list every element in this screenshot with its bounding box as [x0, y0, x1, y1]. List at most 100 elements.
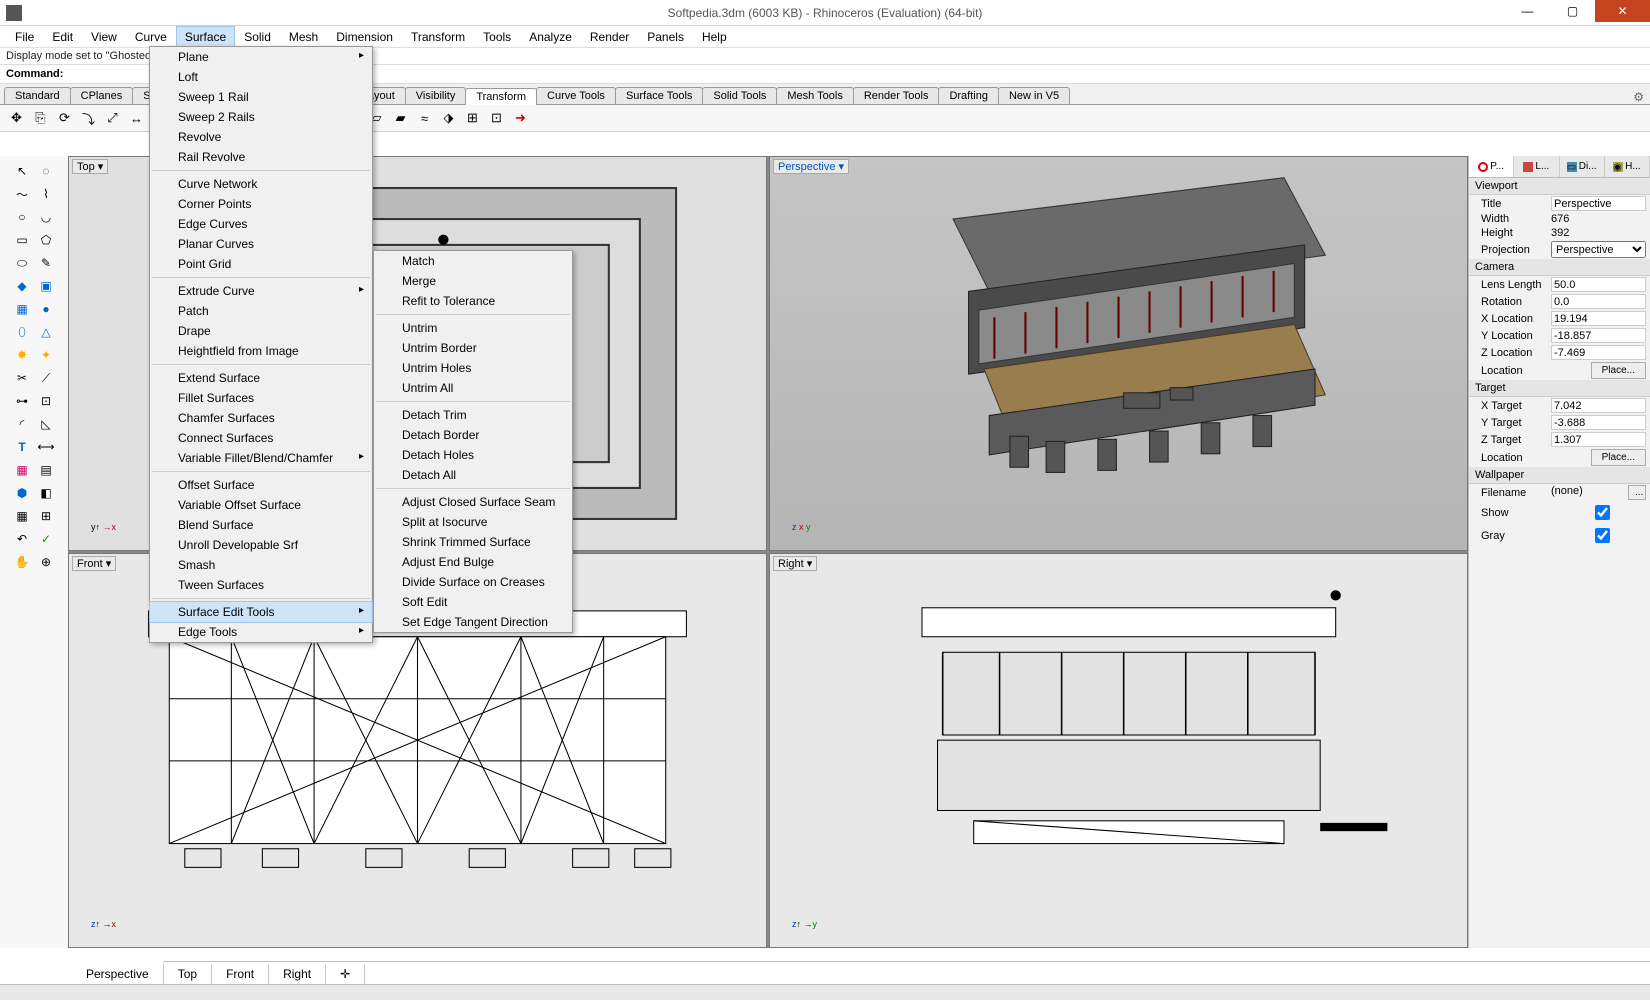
- sketch-icon[interactable]: ✎: [35, 252, 57, 274]
- copy-icon[interactable]: ⎘: [30, 108, 51, 129]
- viewport-perspective[interactable]: Perspective ▾ z x y: [769, 156, 1468, 551]
- maximize-button[interactable]: ▢: [1550, 0, 1595, 22]
- shade-icon[interactable]: ◧: [35, 482, 57, 504]
- menu-item-smash[interactable]: Smash: [150, 555, 372, 575]
- flow-icon[interactable]: ⬗: [438, 108, 459, 129]
- bottom-tab-front[interactable]: Front: [212, 964, 269, 984]
- check-icon[interactable]: ✓: [35, 528, 57, 550]
- circle-icon[interactable]: ○: [11, 206, 33, 228]
- prop-ztarget-input[interactable]: [1551, 432, 1646, 447]
- menu-item-untrim-border[interactable]: Untrim Border: [374, 338, 572, 358]
- menu-transform[interactable]: Transform: [402, 26, 474, 47]
- arc-icon[interactable]: ◡: [35, 206, 57, 228]
- menu-item-refit-to-tolerance[interactable]: Refit to Tolerance: [374, 291, 572, 311]
- tab-cplanes[interactable]: CPlanes: [70, 87, 134, 104]
- group-icon[interactable]: ⊡: [35, 390, 57, 412]
- prop-zloc-input[interactable]: [1551, 345, 1646, 360]
- prop-title-input[interactable]: [1551, 196, 1646, 211]
- close-button[interactable]: ✕: [1595, 0, 1650, 22]
- menu-item-offset-surface[interactable]: Offset Surface: [150, 475, 372, 495]
- menu-item-detach-trim[interactable]: Detach Trim: [374, 405, 572, 425]
- menu-item-shrink-trimmed-surface[interactable]: Shrink Trimmed Surface: [374, 532, 572, 552]
- curve-icon[interactable]: 〜: [11, 183, 33, 205]
- rotate3d-icon[interactable]: ⤵: [78, 108, 99, 129]
- star-icon[interactable]: ✦: [35, 344, 57, 366]
- shear-icon[interactable]: ▰: [390, 108, 411, 129]
- rect-icon[interactable]: ▭: [11, 229, 33, 251]
- scale-icon[interactable]: ⤢: [102, 108, 123, 129]
- cage-icon[interactable]: ⊞: [462, 108, 483, 129]
- menu-item-plane[interactable]: Plane: [150, 47, 372, 67]
- menu-tools[interactable]: Tools: [474, 26, 520, 47]
- smooth-icon[interactable]: ≈: [414, 108, 435, 129]
- bottom-tab-right[interactable]: Right: [269, 964, 326, 984]
- props-icon[interactable]: ⊞: [35, 505, 57, 527]
- menu-edit[interactable]: Edit: [43, 26, 82, 47]
- bottom-tab-perspective[interactable]: Perspective: [72, 961, 164, 984]
- menu-item-planar-curves[interactable]: Planar Curves: [150, 234, 372, 254]
- menu-item-divide-surface-on-creases[interactable]: Divide Surface on Creases: [374, 572, 572, 592]
- menu-item-detach-border[interactable]: Detach Border: [374, 425, 572, 445]
- browse-button[interactable]: ...: [1628, 485, 1646, 500]
- tab-mesh-tools[interactable]: Mesh Tools: [776, 87, 853, 104]
- menu-render[interactable]: Render: [581, 26, 638, 47]
- place-target-button[interactable]: Place...: [1591, 449, 1646, 466]
- join-icon[interactable]: ⊶: [11, 390, 33, 412]
- menu-item-untrim[interactable]: Untrim: [374, 318, 572, 338]
- menu-item-merge[interactable]: Merge: [374, 271, 572, 291]
- menu-file[interactable]: File: [6, 26, 43, 47]
- panel-tab-display[interactable]: ▭Di...: [1560, 156, 1605, 177]
- dim-icon[interactable]: ⟷: [35, 436, 57, 458]
- menu-item-detach-holes[interactable]: Detach Holes: [374, 445, 572, 465]
- undo-icon[interactable]: ↶: [11, 528, 33, 550]
- menu-view[interactable]: View: [82, 26, 126, 47]
- menu-item-chamfer-surfaces[interactable]: Chamfer Surfaces: [150, 408, 372, 428]
- text-icon[interactable]: T: [11, 436, 33, 458]
- menu-item-edge-tools[interactable]: Edge Tools: [150, 622, 372, 642]
- menu-item-sweep-1-rail[interactable]: Sweep 1 Rail: [150, 87, 372, 107]
- menu-item-curve-network[interactable]: Curve Network: [150, 174, 372, 194]
- menu-item-adjust-closed-surface-seam[interactable]: Adjust Closed Surface Seam: [374, 492, 572, 512]
- tab-drafting[interactable]: Drafting: [938, 87, 999, 104]
- menu-item-surface-edit-tools[interactable]: Surface Edit Tools: [149, 601, 373, 623]
- hatch-icon[interactable]: ▤: [35, 459, 57, 481]
- menu-item-variable-offset-surface[interactable]: Variable Offset Surface: [150, 495, 372, 515]
- add-tab-button[interactable]: ✛: [326, 964, 365, 984]
- scale1d-icon[interactable]: ↔: [126, 108, 147, 129]
- gear-icon[interactable]: ⚙: [1633, 90, 1644, 104]
- menu-item-variable-fillet-blend-chamfer[interactable]: Variable Fillet/Blend/Chamfer: [150, 448, 372, 468]
- prop-projection-select[interactable]: Perspective: [1551, 241, 1646, 258]
- menu-item-fillet-surfaces[interactable]: Fillet Surfaces: [150, 388, 372, 408]
- menu-item-loft[interactable]: Loft: [150, 67, 372, 87]
- tab-curve-tools[interactable]: Curve Tools: [536, 87, 616, 104]
- render-icon[interactable]: ⬢: [11, 482, 33, 504]
- menu-item-connect-surfaces[interactable]: Connect Surfaces: [150, 428, 372, 448]
- menu-item-match[interactable]: Match: [374, 251, 572, 271]
- panel-tab-help[interactable]: ◉H...: [1605, 156, 1650, 177]
- box-icon[interactable]: ▦: [11, 298, 33, 320]
- split-icon[interactable]: ⟋: [35, 367, 57, 389]
- tab-standard[interactable]: Standard: [4, 87, 71, 104]
- prop-xtarget-input[interactable]: [1551, 398, 1646, 413]
- menu-item-drape[interactable]: Drape: [150, 321, 372, 341]
- tab-render-tools[interactable]: Render Tools: [853, 87, 940, 104]
- panel-tab-layers[interactable]: L...: [1514, 156, 1559, 177]
- rotate-icon[interactable]: ⟳: [54, 108, 75, 129]
- viewport-right[interactable]: Right ▾ z↑ →y: [769, 553, 1468, 948]
- menu-item-extrude-curve[interactable]: Extrude Curve: [150, 281, 372, 301]
- menu-surface[interactable]: Surface: [176, 26, 235, 47]
- chamfer-icon[interactable]: ◺: [35, 413, 57, 435]
- prop-rotation-input[interactable]: [1551, 294, 1646, 309]
- tab-solid-tools[interactable]: Solid Tools: [702, 87, 777, 104]
- prop-ytarget-input[interactable]: [1551, 415, 1646, 430]
- menu-item-untrim-holes[interactable]: Untrim Holes: [374, 358, 572, 378]
- menu-item-untrim-all[interactable]: Untrim All: [374, 378, 572, 398]
- menu-item-patch[interactable]: Patch: [150, 301, 372, 321]
- menu-solid[interactable]: Solid: [235, 26, 280, 47]
- viewport-label-perspective[interactable]: Perspective ▾: [773, 159, 849, 174]
- menu-help[interactable]: Help: [693, 26, 736, 47]
- menu-item-edge-curves[interactable]: Edge Curves: [150, 214, 372, 234]
- sphere-icon[interactable]: ●: [35, 298, 57, 320]
- menu-item-tween-surfaces[interactable]: Tween Surfaces: [150, 575, 372, 595]
- menu-item-soft-edit[interactable]: Soft Edit: [374, 592, 572, 612]
